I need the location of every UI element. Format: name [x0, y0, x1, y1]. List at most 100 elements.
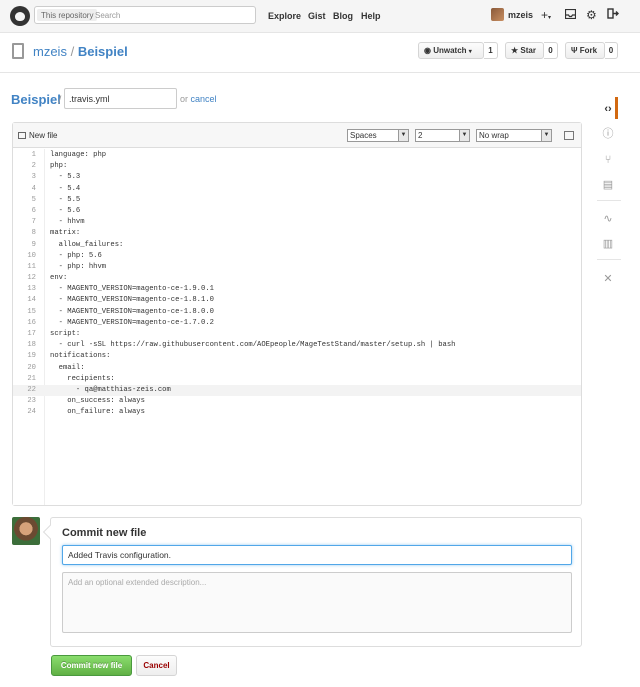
- filename-input[interactable]: [64, 88, 177, 109]
- repo-header: mzeis / Beispiel ◉ Unwatch ▾ 1 ★ Star 0 …: [0, 33, 640, 73]
- chevron-down-icon: ▾: [468, 49, 472, 55]
- code-text: - MAGENTO_VERSION=magento-ce-1.7.0.2: [50, 318, 214, 327]
- chevron-down-icon: ▼: [459, 130, 469, 141]
- breadcrumb-repo-link[interactable]: Beispiel: [11, 92, 61, 107]
- line-number: 13: [27, 285, 36, 294]
- code-line[interactable]: 21 recipients:: [13, 374, 581, 385]
- line-number: 5: [31, 195, 36, 204]
- line-number: 21: [27, 374, 36, 383]
- or-text: or: [180, 94, 189, 104]
- search-input[interactable]: [95, 8, 253, 22]
- cancel-link[interactable]: cancel: [191, 94, 217, 104]
- chevron-down-icon: ▼: [541, 130, 551, 141]
- pulse-icon[interactable]: ∿: [601, 212, 615, 226]
- code-icon[interactable]: ‹›: [601, 102, 615, 116]
- fork-count[interactable]: 0: [605, 42, 618, 59]
- code-line[interactable]: 6 - 5.6: [13, 206, 581, 217]
- code-line[interactable]: 19 notifications:: [13, 351, 581, 362]
- new-file-text: New file: [29, 131, 58, 140]
- line-number: 18: [27, 341, 36, 350]
- code-line[interactable]: 12 env:: [13, 273, 581, 284]
- gear-icon[interactable]: ⚙: [586, 8, 597, 22]
- code-line[interactable]: 11 - php: hhvm: [13, 262, 581, 273]
- code-text: language: php: [50, 151, 107, 159]
- nav-blog[interactable]: Blog: [333, 11, 353, 21]
- editor-toolbar: New file Spaces ▼ 2 ▼ No wrap ▼: [13, 123, 581, 148]
- wrap-mode-select[interactable]: No wrap ▼: [476, 129, 552, 142]
- star-label: Star: [520, 46, 536, 55]
- breadcrumb-separator: /: [58, 93, 62, 107]
- code-line[interactable]: 2 php:: [13, 161, 581, 172]
- line-number: 7: [31, 218, 36, 227]
- fork-button[interactable]: Ψ Fork: [565, 42, 605, 59]
- issues-icon[interactable]: ⓘ: [601, 127, 615, 141]
- code-line[interactable]: 9 allow_failures:: [13, 240, 581, 251]
- settings-icon[interactable]: ✕: [601, 272, 615, 286]
- star-button[interactable]: ★ Star: [505, 42, 544, 59]
- line-number: 14: [27, 296, 36, 305]
- code-text: script:: [50, 330, 81, 338]
- commit-new-file-button[interactable]: Commit new file: [51, 655, 132, 676]
- nav-explore[interactable]: Explore: [268, 11, 301, 21]
- search-box[interactable]: This repository: [34, 6, 256, 24]
- code-line[interactable]: 18 - curl -sSL https://raw.githubusercon…: [13, 340, 581, 351]
- sign-out-icon[interactable]: [607, 8, 619, 22]
- inbox-icon[interactable]: [564, 8, 577, 22]
- indent-mode-select[interactable]: Spaces ▼: [347, 129, 409, 142]
- graphs-icon[interactable]: ▥: [601, 237, 615, 251]
- commit-summary-input[interactable]: [62, 545, 572, 565]
- line-number: 22: [27, 385, 36, 394]
- code-line[interactable]: 10 - php: 5.6: [13, 251, 581, 262]
- code-line[interactable]: 8 matrix:: [13, 228, 581, 239]
- code-text: - curl -sSL https://raw.githubuserconten…: [50, 341, 456, 350]
- fork-icon: Ψ: [571, 46, 578, 55]
- star-count[interactable]: 0: [544, 42, 558, 59]
- code-line[interactable]: 16 - MAGENTO_VERSION=magento-ce-1.7.0.2: [13, 318, 581, 329]
- code-line[interactable]: 7 - hhvm: [13, 217, 581, 228]
- code-line[interactable]: 13 - MAGENTO_VERSION=magento-ce-1.9.0.1: [13, 284, 581, 295]
- file-editor: New file Spaces ▼ 2 ▼ No wrap ▼ 1 language: …: [12, 122, 582, 506]
- commit-description-input[interactable]: [62, 572, 572, 633]
- unwatch-button[interactable]: ◉ Unwatch ▾: [418, 42, 484, 59]
- commit-form: Commit new file: [50, 517, 582, 647]
- wrap-mode-value: No wrap: [479, 131, 509, 140]
- code-line[interactable]: 3 - 5.3: [13, 172, 581, 183]
- fullscreen-icon[interactable]: [564, 131, 574, 140]
- code-text: allow_failures:: [50, 240, 124, 249]
- cancel-button[interactable]: Cancel: [136, 655, 177, 676]
- line-number: 8: [31, 229, 36, 238]
- repo-name-link[interactable]: Beispiel: [78, 44, 128, 59]
- pull-requests-icon[interactable]: ⑂: [601, 153, 615, 167]
- code-line[interactable]: 23 on_success: always: [13, 396, 581, 407]
- code-line[interactable]: 20 email:: [13, 363, 581, 374]
- code-text: - php: hhvm: [50, 262, 107, 271]
- code-line[interactable]: 14 - MAGENTO_VERSION=magento-ce-1.8.1.0: [13, 295, 581, 306]
- code-text: notifications:: [50, 352, 111, 361]
- line-number: 17: [27, 330, 36, 338]
- watch-count[interactable]: 1: [484, 42, 498, 59]
- code-text: - php: 5.6: [50, 251, 102, 260]
- github-logo-icon[interactable]: [10, 6, 30, 26]
- line-number: 20: [27, 363, 36, 372]
- indent-size-select[interactable]: 2 ▼: [415, 129, 470, 142]
- code-line[interactable]: 15 - MAGENTO_VERSION=magento-ce-1.8.0.0: [13, 307, 581, 318]
- repo-owner-link[interactable]: mzeis: [33, 44, 67, 59]
- username-link[interactable]: mzeis: [508, 10, 533, 20]
- code-line[interactable]: 17 script:: [13, 329, 581, 340]
- wiki-icon[interactable]: ▤: [601, 178, 615, 192]
- plus-icon[interactable]: +▾: [541, 8, 551, 25]
- code-line[interactable]: 24 on_failure: always: [13, 407, 581, 418]
- code-line[interactable]: 22 - qa@matthias-zeis.com: [13, 384, 581, 397]
- code-area[interactable]: 1 language: php 2 php: 3 - 5.3 4 - 5.4 5 - 5.5…: [13, 150, 581, 419]
- site-header: This repository Explore Gist Blog Help m…: [0, 0, 640, 33]
- line-number: 23: [27, 397, 36, 406]
- code-text: - MAGENTO_VERSION=magento-ce-1.8.1.0: [50, 296, 214, 305]
- code-text: - 5.3: [50, 173, 81, 182]
- nav-help[interactable]: Help: [361, 11, 381, 21]
- code-line[interactable]: 4 - 5.4: [13, 184, 581, 195]
- line-number: 16: [27, 318, 36, 327]
- code-line[interactable]: 1 language: php: [13, 150, 581, 161]
- code-line[interactable]: 5 - 5.5: [13, 195, 581, 206]
- nav-gist[interactable]: Gist: [308, 11, 326, 21]
- avatar[interactable]: [491, 8, 504, 21]
